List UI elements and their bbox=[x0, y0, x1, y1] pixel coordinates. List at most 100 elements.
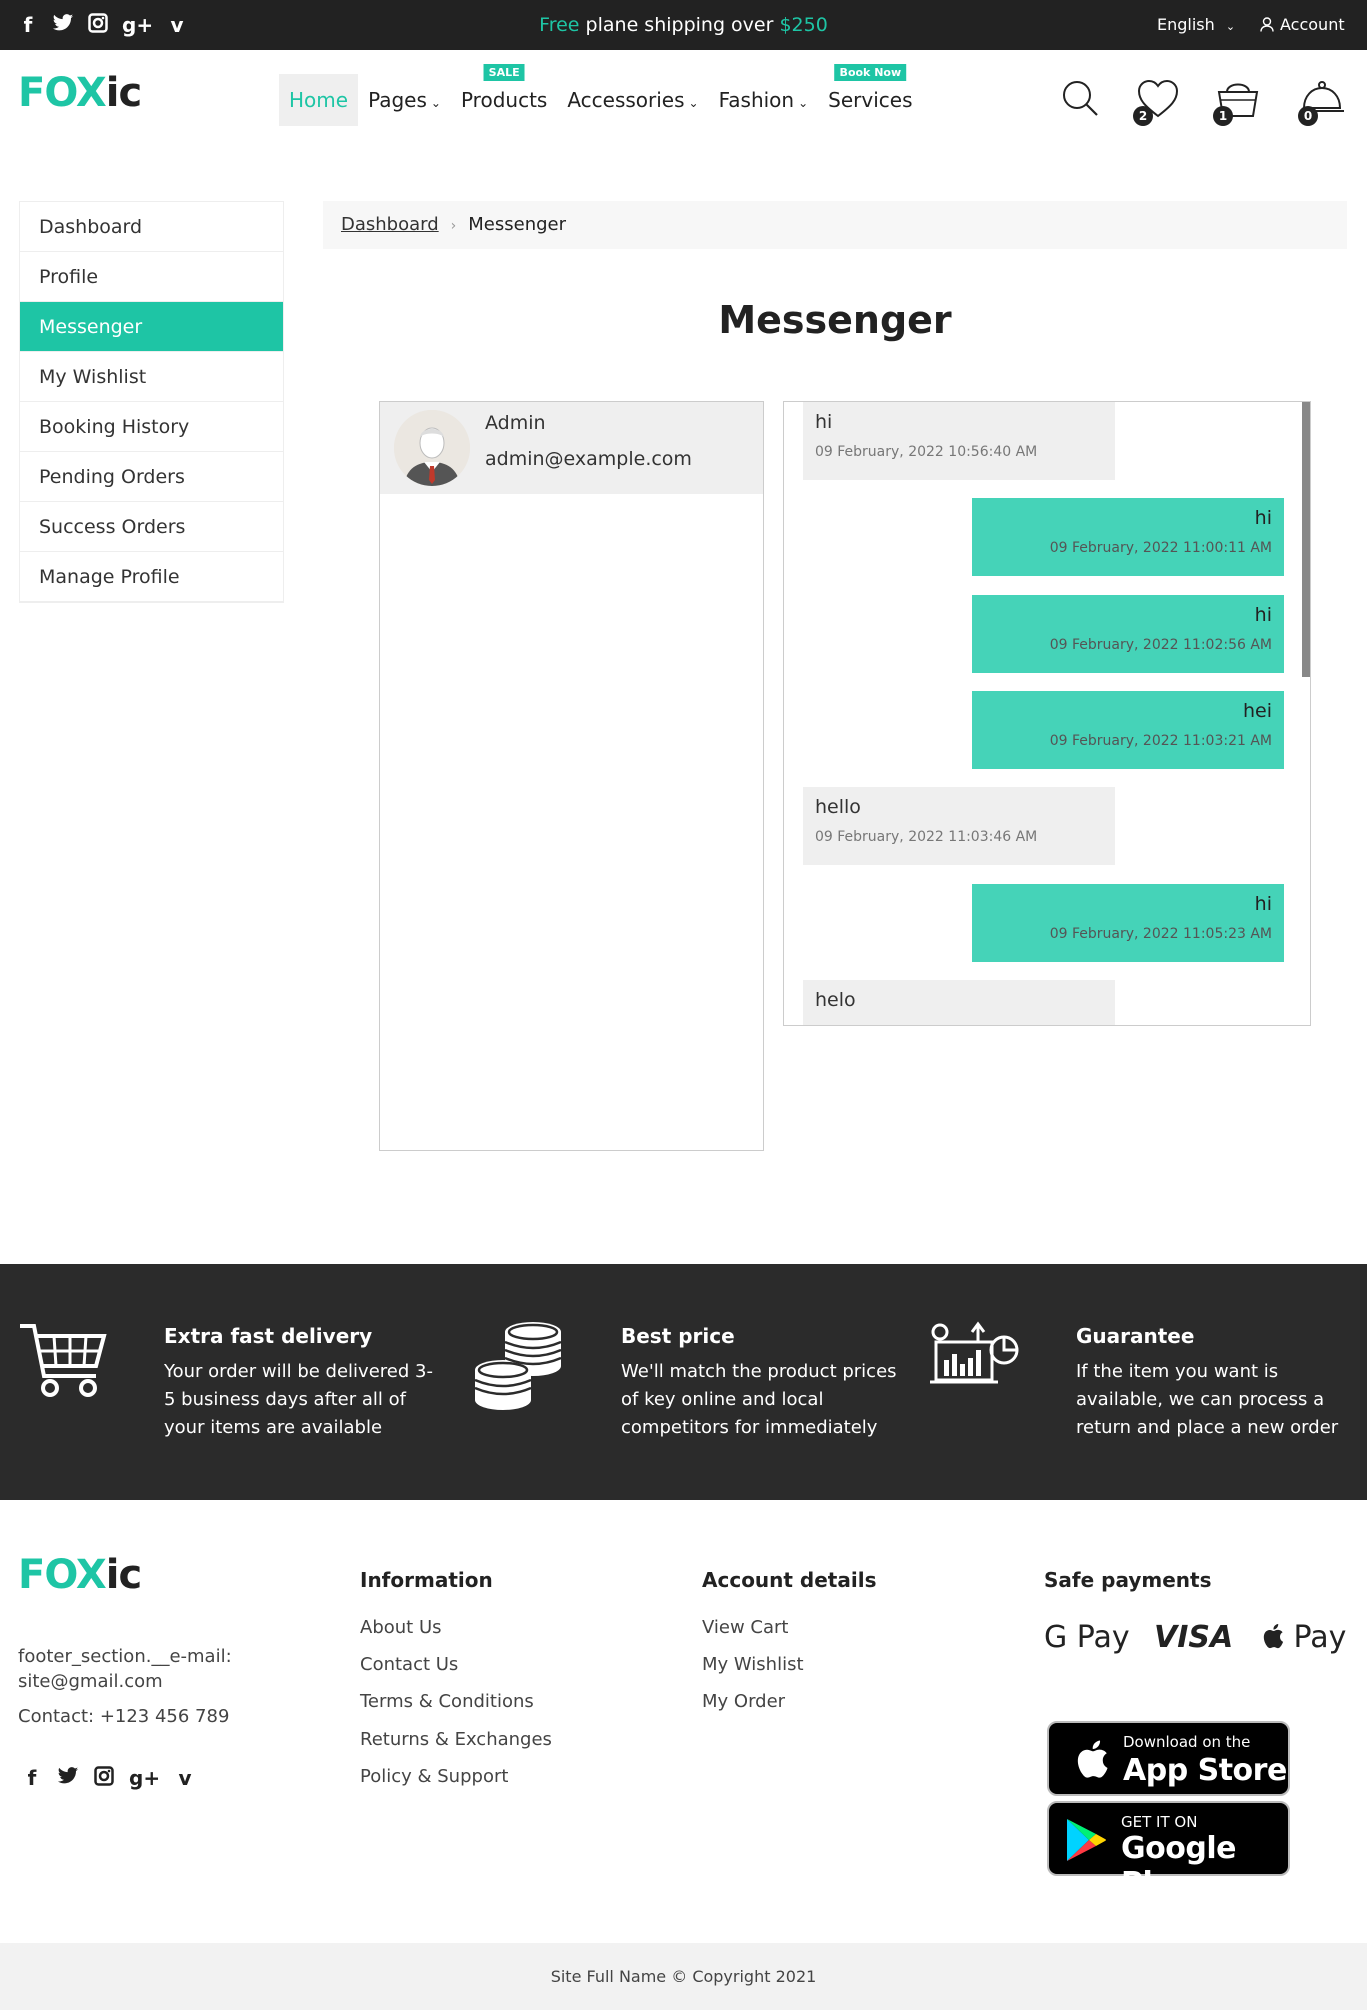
sidebar-item-messenger[interactable]: Messenger bbox=[20, 302, 283, 352]
page-title: Messenger bbox=[718, 298, 952, 342]
message-time: 09 February, 2022 11:00:11 AM bbox=[1049, 540, 1272, 556]
language-label: English bbox=[1157, 15, 1215, 34]
footer-payments-title: Safe payments bbox=[1044, 1568, 1212, 1592]
sidebar-item-manage-profile[interactable]: Manage Profile bbox=[20, 552, 283, 602]
copyright-bar: Site Full Name © Copyright 2021 bbox=[0, 1943, 1367, 2010]
language-selector[interactable]: English ⌄ bbox=[1157, 15, 1235, 34]
chevron-down-icon: ⌄ bbox=[1225, 20, 1236, 33]
apple-pay-icon: Pay bbox=[1262, 1620, 1346, 1655]
footer-social-links: f g+ v bbox=[22, 1766, 195, 1791]
promo-free: Free bbox=[539, 14, 580, 36]
nav-accessories[interactable]: Accessories ⌄ bbox=[557, 74, 708, 126]
footer-link-contact[interactable]: Contact Us bbox=[360, 1654, 458, 1675]
nav-products-label: Products bbox=[460, 88, 548, 112]
chevron-down-icon: ⌄ bbox=[798, 96, 809, 110]
coins-icon bbox=[474, 1322, 562, 1410]
nav-fashion-label: Fashion bbox=[718, 88, 795, 112]
vimeo-icon[interactable]: v bbox=[175, 1766, 195, 1791]
site-logo[interactable]: FOXic bbox=[18, 70, 142, 116]
feature-title: Best price bbox=[621, 1324, 735, 1348]
sidebar-item-profile[interactable]: Profile bbox=[20, 252, 283, 302]
nav-home-label: Home bbox=[289, 88, 349, 112]
search-icon[interactable] bbox=[1060, 78, 1110, 128]
nav-fashion[interactable]: Fashion ⌄ bbox=[709, 74, 819, 126]
contact-item[interactable]: Admin admin@example.com bbox=[380, 402, 763, 494]
message-incoming: helo bbox=[803, 980, 1115, 1025]
facebook-icon[interactable]: f bbox=[22, 1766, 42, 1791]
message-text: hi bbox=[1254, 507, 1272, 529]
sidebar-item-wishlist[interactable]: My Wishlist bbox=[20, 352, 283, 402]
sidebar-item-pending-orders[interactable]: Pending Orders bbox=[20, 452, 283, 502]
message-text: hi bbox=[815, 411, 833, 433]
app-store-button[interactable]: Download on the App Store bbox=[1047, 1721, 1290, 1796]
twitter-icon[interactable] bbox=[57, 1766, 79, 1791]
chat-window[interactable]: hi 09 February, 2022 10:56:40 AM hi 09 F… bbox=[783, 401, 1311, 1026]
google-plus-icon[interactable]: g+ bbox=[129, 1766, 160, 1791]
feature-title: Extra fast delivery bbox=[164, 1324, 373, 1348]
instagram-icon[interactable] bbox=[94, 1766, 114, 1791]
service-bell-button[interactable]: 0 bbox=[1298, 78, 1348, 128]
chevron-down-icon: ⌄ bbox=[688, 96, 699, 110]
footer-link-wishlist[interactable]: My Wishlist bbox=[702, 1654, 804, 1675]
chat-scrollbar[interactable] bbox=[1302, 402, 1310, 677]
cart-button[interactable]: 1 bbox=[1213, 78, 1263, 128]
feature-text: If the item you want is available, we ca… bbox=[1076, 1361, 1339, 1438]
feature-text: We'll match the product prices of key on… bbox=[621, 1361, 897, 1438]
footer-email: footer_section.__e-mail: site@gmail.com bbox=[18, 1644, 232, 1694]
footer-information-title: Information bbox=[360, 1568, 493, 1592]
feature-text: Your order will be delivered 3-5 busines… bbox=[164, 1361, 433, 1438]
cart-count: 1 bbox=[1213, 106, 1233, 126]
footer-link-policy[interactable]: Policy & Support bbox=[360, 1766, 508, 1787]
apple-pay-label: Pay bbox=[1284, 1620, 1347, 1655]
features-strip: Extra fast delivery Your order will be d… bbox=[0, 1264, 1367, 1500]
account-label: Account bbox=[1280, 15, 1345, 34]
nav-products[interactable]: SALE Products bbox=[451, 64, 557, 126]
nav-services-label: Services bbox=[828, 88, 913, 112]
sidebar-item-booking-history[interactable]: Booking History bbox=[20, 402, 283, 452]
footer-link-returns[interactable]: Returns & Exchanges bbox=[360, 1729, 552, 1750]
sidebar-item-dashboard[interactable]: Dashboard bbox=[20, 202, 283, 252]
account-link[interactable]: Account bbox=[1260, 15, 1345, 34]
footer-link-view-cart[interactable]: View Cart bbox=[702, 1617, 789, 1638]
footer-link-about[interactable]: About Us bbox=[360, 1617, 442, 1638]
message-text: hi bbox=[1254, 604, 1272, 626]
message-incoming: hi 09 February, 2022 10:56:40 AM bbox=[803, 402, 1115, 480]
message-time: 09 February, 2022 11:03:21 AM bbox=[1049, 733, 1272, 749]
footer-logo[interactable]: FOXic bbox=[18, 1552, 142, 1598]
nav-home[interactable]: Home bbox=[279, 74, 359, 126]
message-text: helo bbox=[815, 989, 856, 1011]
breadcrumb-dashboard[interactable]: Dashboard bbox=[341, 214, 439, 235]
message-time: 09 February, 2022 11:03:46 AM bbox=[815, 829, 1038, 845]
message-time: 09 February, 2022 10:56:40 AM bbox=[815, 444, 1038, 460]
message-outgoing: hi 09 February, 2022 11:00:11 AM bbox=[972, 498, 1284, 576]
message-text: hello bbox=[815, 796, 861, 818]
nav-pages[interactable]: Pages ⌄ bbox=[358, 74, 451, 126]
footer-link-terms[interactable]: Terms & Conditions bbox=[360, 1691, 534, 1712]
footer-email-value[interactable]: site@gmail.com bbox=[18, 1669, 232, 1694]
nav-accessories-label: Accessories bbox=[567, 88, 685, 112]
google-play-button[interactable]: GET IT ON Google Play bbox=[1047, 1801, 1290, 1901]
breadcrumb: Dashboard › Messenger bbox=[323, 201, 1347, 249]
app-store-small: Download on the bbox=[1123, 1733, 1251, 1751]
promo-text: plane shipping over bbox=[579, 14, 780, 36]
sidebar-item-success-orders[interactable]: Success Orders bbox=[20, 502, 283, 552]
feature-title: Guarantee bbox=[1076, 1324, 1195, 1348]
logo-fox: FOX bbox=[18, 70, 107, 116]
google-play-icon bbox=[1067, 1819, 1106, 1861]
wishlist-button[interactable]: 2 bbox=[1133, 78, 1183, 128]
logo-ic: ic bbox=[105, 70, 142, 116]
chevron-right-icon: › bbox=[450, 218, 457, 234]
contact-email: admin@example.com bbox=[485, 448, 692, 470]
message-outgoing: hei 09 February, 2022 11:03:21 AM bbox=[972, 691, 1284, 769]
breadcrumb-current: Messenger bbox=[468, 214, 567, 235]
book-now-badge: Book Now bbox=[834, 64, 907, 81]
analytics-icon bbox=[930, 1321, 1019, 1384]
nav-services[interactable]: Book Now Services bbox=[818, 64, 922, 126]
avatar bbox=[394, 410, 470, 486]
logo-fox: FOX bbox=[18, 1552, 107, 1598]
contact-list: Admin admin@example.com bbox=[379, 401, 764, 1151]
promo-amount: $250 bbox=[779, 14, 828, 36]
footer-link-my-order[interactable]: My Order bbox=[702, 1691, 785, 1712]
message-outgoing: hi 09 February, 2022 11:05:23 AM bbox=[972, 884, 1284, 962]
message-outgoing: hi 09 February, 2022 11:02:56 AM bbox=[972, 595, 1284, 673]
